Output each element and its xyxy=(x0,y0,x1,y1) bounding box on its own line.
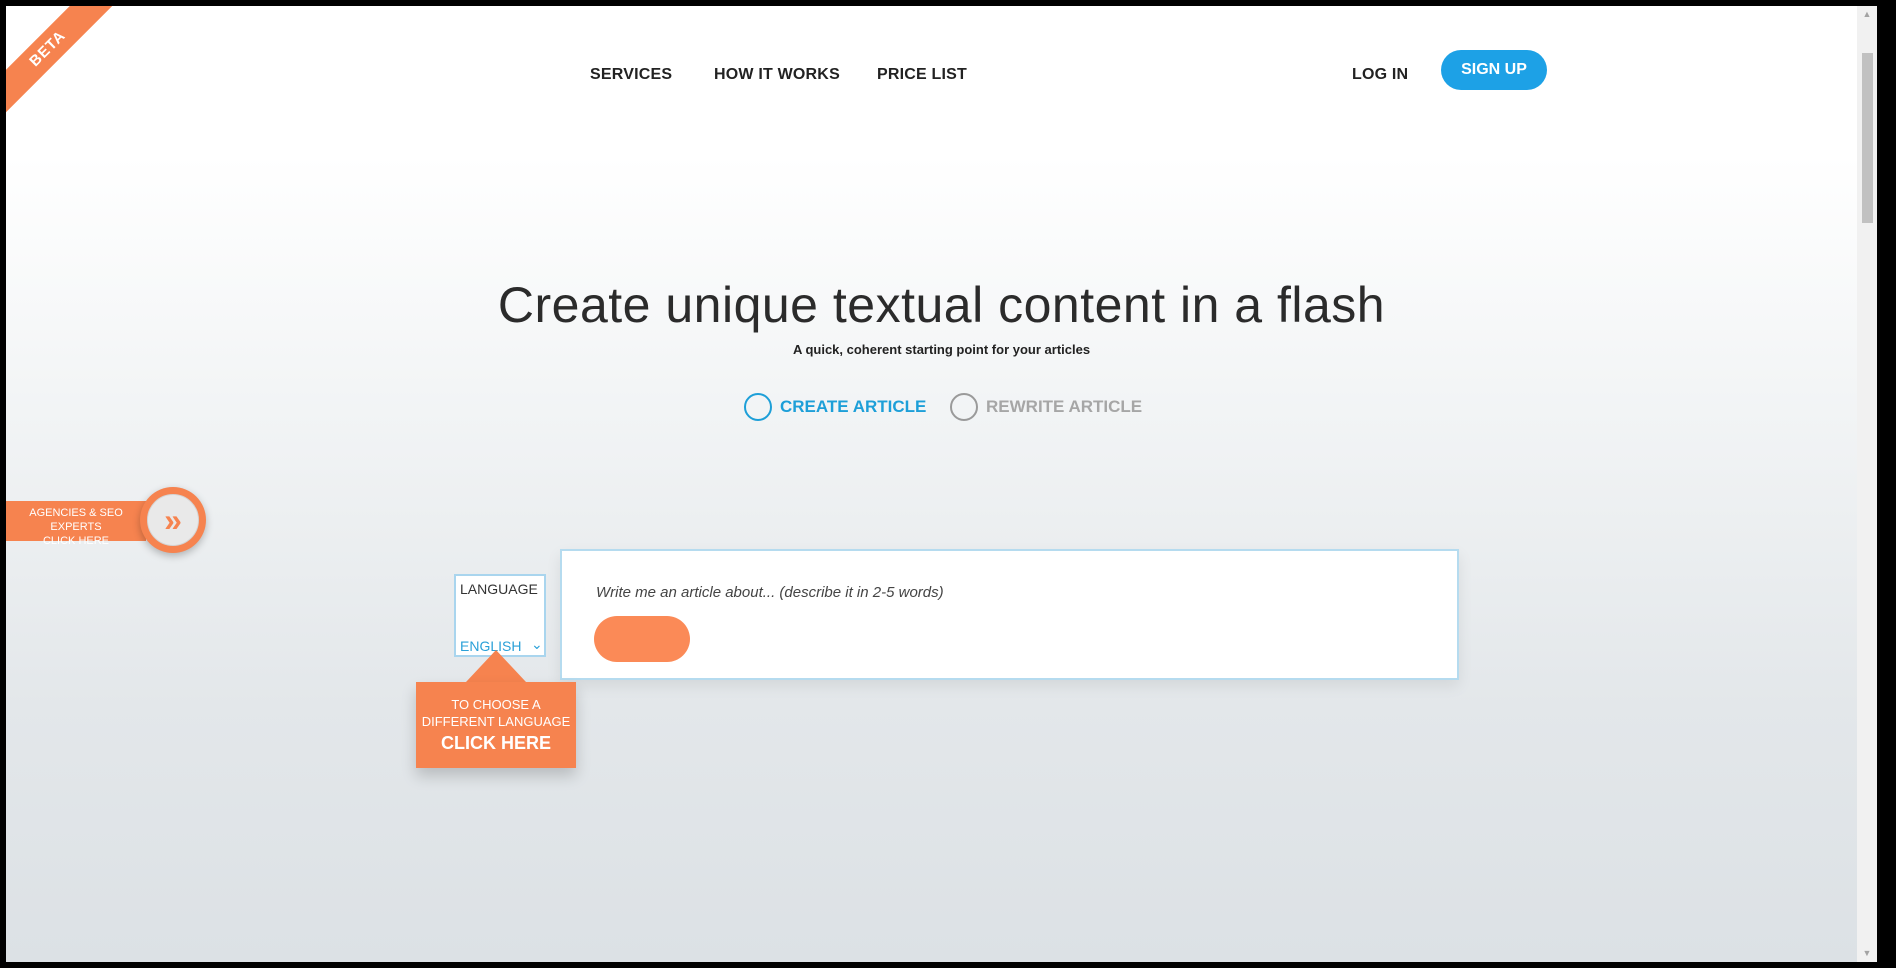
scrollbar-thumb[interactable] xyxy=(1862,53,1873,223)
rewrite-article-label: REWRITE ARTICLE xyxy=(986,397,1143,416)
callout-line2: DIFFERENT LANGUAGE xyxy=(421,714,571,729)
article-input-card xyxy=(560,549,1459,680)
double-chevron-right-icon: » xyxy=(147,494,199,546)
nav-how-it-works[interactable]: HOW IT WORKS xyxy=(714,66,840,84)
nav-price-list[interactable]: PRICE LIST xyxy=(877,66,967,84)
hero-subtitle: A quick, coherent starting point for you… xyxy=(792,342,1091,357)
article-topic-input[interactable] xyxy=(594,579,1418,605)
rewrite-article-radio-icon[interactable] xyxy=(950,393,978,421)
generate-button[interactable] xyxy=(594,616,690,662)
beta-ribbon: BETA xyxy=(6,6,116,116)
nav-services[interactable]: SERVICES xyxy=(590,66,672,84)
callout-click-here: CLICK HERE xyxy=(440,733,551,753)
hero-title: Create unique textual content in a flash xyxy=(497,277,1386,333)
callout-arrow xyxy=(466,650,526,682)
agencies-tab-line1: AGENCIES & SEO EXPERTS xyxy=(29,507,123,533)
create-article-option[interactable]: CREATE ARTICLE xyxy=(744,390,926,424)
vertical-scrollbar[interactable]: ▲ ▼ xyxy=(1857,6,1877,962)
agencies-seo-tab[interactable]: AGENCIES & SEO EXPERTS CLICK HERE xyxy=(6,501,146,547)
language-label: LANGUAGE xyxy=(460,581,538,597)
agencies-tab-line2: CLICK HERE xyxy=(42,535,110,547)
log-in-link[interactable]: LOG IN xyxy=(1352,66,1408,84)
create-article-label: CREATE ARTICLE xyxy=(780,397,927,416)
language-selector[interactable]: LANGUAGE ENGLISH ⌄ xyxy=(454,574,546,657)
callout-line1: TO CHOOSE A xyxy=(451,697,541,712)
chevron-down-icon: ⌄ xyxy=(531,636,543,652)
scroll-up-arrow-icon[interactable]: ▲ xyxy=(1857,6,1877,23)
browser-viewport: BETA SERVICES HOW IT WORKS PRICE LIST LO… xyxy=(6,6,1877,962)
sign-up-button[interactable]: SIGN UP xyxy=(1441,50,1547,90)
language-callout[interactable]: TO CHOOSE A DIFFERENT LANGUAGE CLICK HER… xyxy=(416,682,576,768)
rewrite-article-option[interactable]: REWRITE ARTICLE xyxy=(950,390,1142,424)
create-article-radio-icon[interactable] xyxy=(744,393,772,421)
beta-label: BETA xyxy=(6,6,116,116)
agencies-toggle-button[interactable]: » xyxy=(140,487,206,553)
scroll-down-arrow-icon[interactable]: ▼ xyxy=(1857,945,1877,962)
